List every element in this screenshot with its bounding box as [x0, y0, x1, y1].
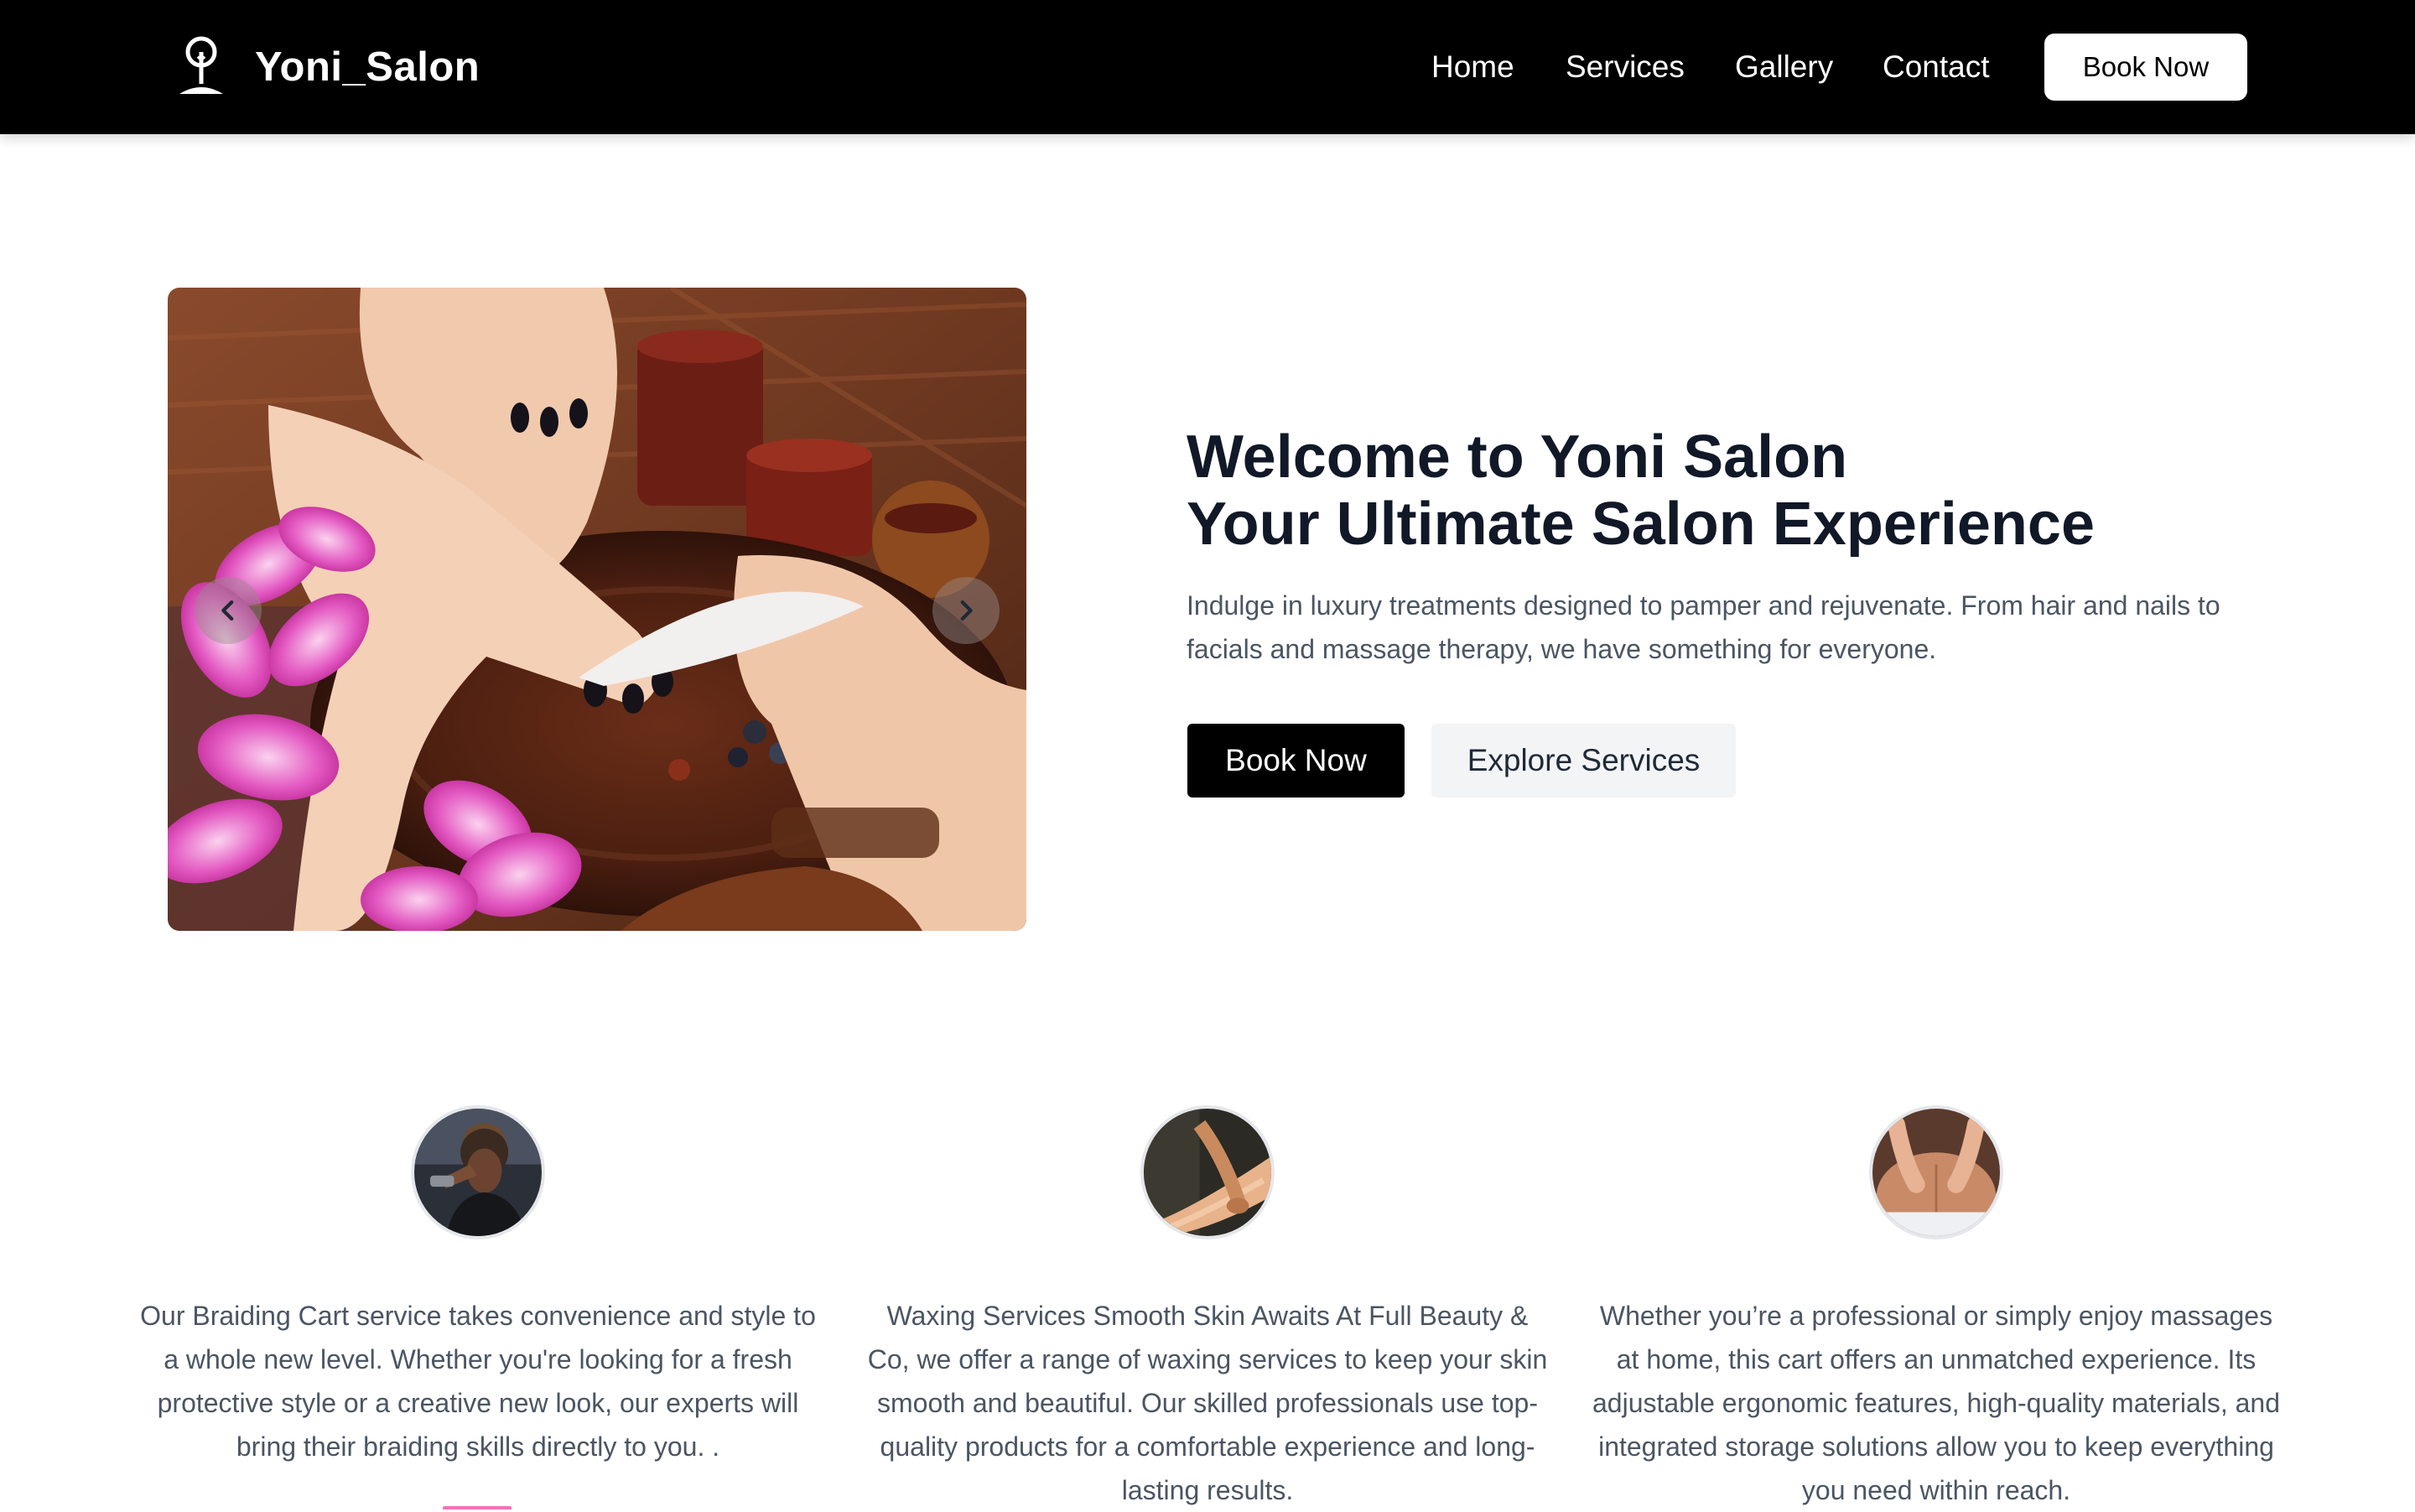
hero-book-now-button[interactable]: Book Now — [1187, 724, 1405, 798]
massage-photo-image — [1872, 1109, 2000, 1236]
hero-title: Welcome to Yoni Salon Your Ultimate Salo… — [1187, 423, 2277, 558]
braiding-photo — [411, 1105, 545, 1239]
chevron-left-icon — [221, 600, 234, 621]
waxing-photo-image — [1144, 1109, 1271, 1236]
nav-link-contact[interactable]: Contact — [1883, 47, 1990, 87]
massage-photo — [1869, 1105, 2003, 1239]
service-description-massage: Whether you’re a professional or simply … — [1592, 1301, 2281, 1505]
carousel-next-button[interactable] — [932, 577, 1000, 644]
braiding-photo-image — [414, 1109, 542, 1236]
hero-carousel — [168, 288, 1026, 931]
top-navbar: Yoni_Salon Home Services Gallery Contact… — [0, 0, 2415, 134]
explore-services-button[interactable]: Explore Services — [1431, 724, 1736, 798]
carousel-prev-button[interactable] — [195, 577, 262, 644]
service-description-waxing: Waxing Services Smooth Skin Awaits At Fu… — [867, 1301, 1548, 1505]
nav-link-services[interactable]: Services — [1566, 47, 1685, 87]
hero-title-line-1: Welcome to Yoni Salon — [1187, 423, 1848, 491]
nav-link-home[interactable]: Home — [1431, 47, 1514, 87]
hero-title-line-2: Your Ultimate Salon Experience — [1187, 491, 2095, 558]
hero-manicure-photo — [168, 288, 1026, 931]
chevron-right-icon — [960, 600, 973, 621]
hero-description: Indulge in luxury treatments designed to… — [1187, 590, 2220, 664]
service-icon-peek — [443, 1506, 512, 1509]
nav-link-gallery[interactable]: Gallery — [1735, 47, 1833, 87]
nav-book-now-button[interactable]: Book Now — [2044, 34, 2247, 101]
waxing-photo — [1140, 1105, 1275, 1239]
service-description-braiding: Our Braiding Cart service takes convenie… — [140, 1301, 816, 1462]
